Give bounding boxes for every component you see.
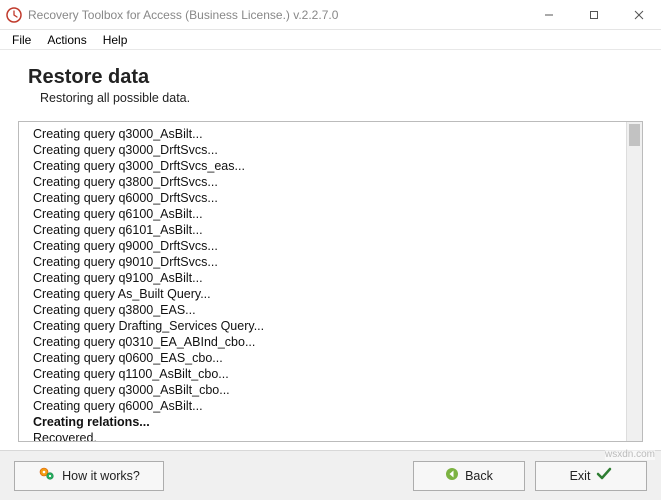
titlebar: Recovery Toolbox for Access (Business Li… — [0, 0, 661, 30]
menu-file[interactable]: File — [4, 31, 39, 49]
menubar: File Actions Help — [0, 30, 661, 50]
window-controls — [526, 0, 661, 29]
log-line: Creating relations... — [33, 414, 620, 430]
log-line: Creating query q9100_AsBilt... — [33, 270, 620, 286]
check-icon — [596, 467, 612, 484]
close-button[interactable] — [616, 0, 661, 29]
log-line: Creating query Drafting_Services Query..… — [33, 318, 620, 334]
log-line: Creating query q6101_AsBilt... — [33, 222, 620, 238]
log-line: Creating query q3000_DrftSvcs... — [33, 142, 620, 158]
scrollbar-thumb[interactable] — [629, 124, 640, 146]
app-icon — [6, 7, 22, 23]
back-arrow-icon — [445, 467, 459, 484]
log-line: Creating query q1100_AsBilt_cbo... — [33, 366, 620, 382]
exit-button[interactable]: Exit — [535, 461, 647, 491]
maximize-button[interactable] — [571, 0, 616, 29]
log-line: Creating query q3000_DrftSvcs_eas... — [33, 158, 620, 174]
log-line: Creating query q9000_DrftSvcs... — [33, 238, 620, 254]
log-line: Creating query q3000_AsBilt... — [33, 126, 620, 142]
back-label: Back — [465, 469, 493, 483]
how-it-works-button[interactable]: How it works? — [14, 461, 164, 491]
log-line: Creating query q0310_EA_ABInd_cbo... — [33, 334, 620, 350]
log-line: Creating query q6000_AsBilt... — [33, 398, 620, 414]
menu-actions[interactable]: Actions — [39, 31, 94, 49]
log-panel: Creating query q3000_AsBilt...Creating q… — [18, 121, 643, 442]
page-title: Restore data — [28, 66, 633, 89]
menu-help[interactable]: Help — [95, 31, 136, 49]
log-line: Creating query q3800_EAS... — [33, 302, 620, 318]
gear-icon — [38, 465, 56, 486]
exit-label: Exit — [570, 469, 591, 483]
log-line: Recovered. — [33, 430, 620, 441]
minimize-button[interactable] — [526, 0, 571, 29]
footer: How it works? Back Exit — [0, 450, 661, 500]
log-line: Creating query q6000_DrftSvcs... — [33, 190, 620, 206]
page-header: Restore data Restoring all possible data… — [0, 50, 661, 113]
how-it-works-label: How it works? — [62, 469, 140, 483]
log-line: Creating query q0600_EAS_cbo... — [33, 350, 620, 366]
log-line: Creating query q3000_AsBilt_cbo... — [33, 382, 620, 398]
back-button[interactable]: Back — [413, 461, 525, 491]
log-line: Creating query q9010_DrftSvcs... — [33, 254, 620, 270]
log-line: Creating query As_Built Query... — [33, 286, 620, 302]
log-line: Creating query q3800_DrftSvcs... — [33, 174, 620, 190]
window-title: Recovery Toolbox for Access (Business Li… — [28, 8, 526, 22]
log-line: Creating query q6100_AsBilt... — [33, 206, 620, 222]
log-content: Creating query q3000_AsBilt...Creating q… — [19, 122, 642, 441]
scrollbar[interactable] — [626, 122, 642, 441]
page-subtitle: Restoring all possible data. — [40, 91, 633, 105]
